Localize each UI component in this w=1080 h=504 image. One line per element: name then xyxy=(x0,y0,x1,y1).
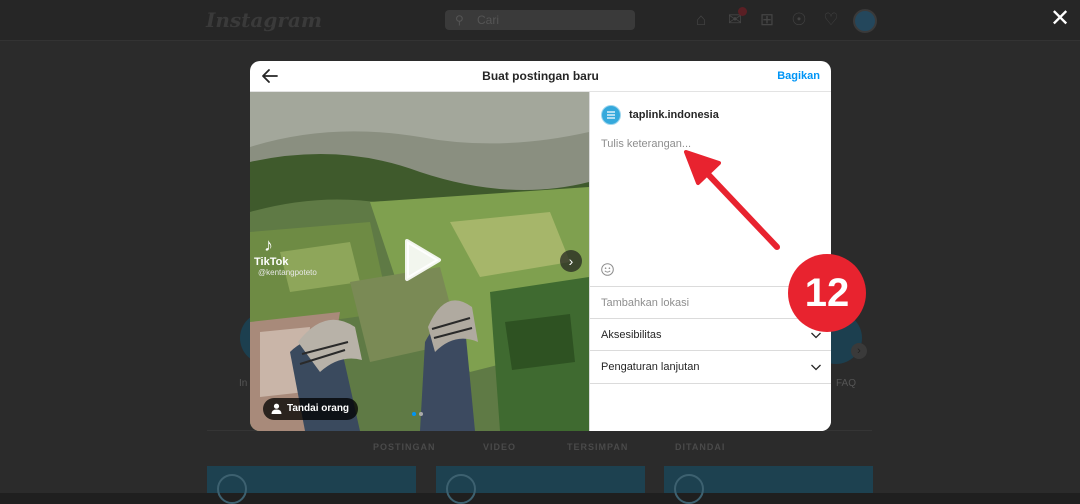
highlight-label: FAQ xyxy=(836,378,857,389)
menu-lines-icon xyxy=(607,111,615,119)
media-preview: ♪ TikTok @kentangpoteto › Tandai orang xyxy=(250,92,589,431)
highlights-next-icon: › xyxy=(851,343,867,359)
advanced-settings-row[interactable]: Pengaturan lanjutan xyxy=(590,350,831,384)
explore-icon: ☉ xyxy=(791,10,807,29)
instagram-logo: Instagram xyxy=(206,8,322,32)
tiktok-label: TikTok xyxy=(254,256,289,268)
create-post-modal: Buat postingan baru Bagikan ♪ TikTok @ke… xyxy=(250,61,831,431)
caption-input[interactable]: Tulis keterangan... xyxy=(601,138,691,150)
modal-header: Buat postingan baru Bagikan xyxy=(250,61,831,92)
accessibility-row[interactable]: Aksesibilitas xyxy=(590,318,831,351)
carousel-dots xyxy=(412,403,426,421)
person-icon xyxy=(271,403,282,414)
tiktok-user: @kentangpoteto xyxy=(258,268,317,277)
chevron-down-icon xyxy=(811,364,821,371)
tag-people-button[interactable]: Tandai orang xyxy=(263,398,359,420)
heart-icon: ♡ xyxy=(823,10,839,29)
tiktok-watermark: ♪ TikTok @kentangpoteto xyxy=(254,235,317,277)
search-placeholder: Cari xyxy=(477,13,500,27)
tiktok-icon: ♪ xyxy=(264,235,273,255)
post-thumbnail xyxy=(664,466,873,504)
tab-saved: TERSIMPAN xyxy=(567,442,629,452)
profile-avatar xyxy=(853,9,877,33)
play-icon[interactable] xyxy=(395,235,445,285)
account-avatar xyxy=(601,105,621,125)
background-topbar: Instagram ⚲ Cari ⌂ ✉ ⊞ ☉ ♡ xyxy=(0,0,1080,41)
smile-icon[interactable] xyxy=(601,263,614,276)
share-button[interactable]: Bagikan xyxy=(777,70,820,82)
accessibility-label: Aksesibilitas xyxy=(601,329,662,341)
tab-posts: POSTINGAN xyxy=(373,442,436,452)
search-icon: ⚲ xyxy=(455,13,464,27)
tab-tagged: DITANDAI xyxy=(675,442,726,452)
post-details-panel: taplink.indonesia Tulis keterangan... Ta… xyxy=(589,92,831,431)
location-placeholder: Tambahkan lokasi xyxy=(601,297,690,309)
search-input: ⚲ Cari xyxy=(445,10,635,30)
chevron-right-icon[interactable]: › xyxy=(560,250,582,272)
advanced-settings-label: Pengaturan lanjutan xyxy=(601,361,700,373)
messenger-icon: ✉ xyxy=(725,7,747,30)
post-thumbnail xyxy=(207,466,416,504)
carousel-dot xyxy=(419,412,423,416)
tab-video: VIDEO xyxy=(483,442,517,452)
highlight-label: In xyxy=(239,378,248,389)
home-icon: ⌂ xyxy=(695,10,707,29)
close-icon[interactable]: ✕ xyxy=(1049,7,1071,31)
new-post-icon: ⊞ xyxy=(759,10,775,29)
tag-people-label: Tandai orang xyxy=(287,403,350,414)
carousel-dot-active xyxy=(412,412,416,416)
modal-title: Buat postingan baru xyxy=(482,69,599,83)
account-name: taplink.indonesia xyxy=(629,109,719,121)
step-number-badge: 12 xyxy=(788,254,866,332)
post-thumbnail xyxy=(436,466,645,504)
